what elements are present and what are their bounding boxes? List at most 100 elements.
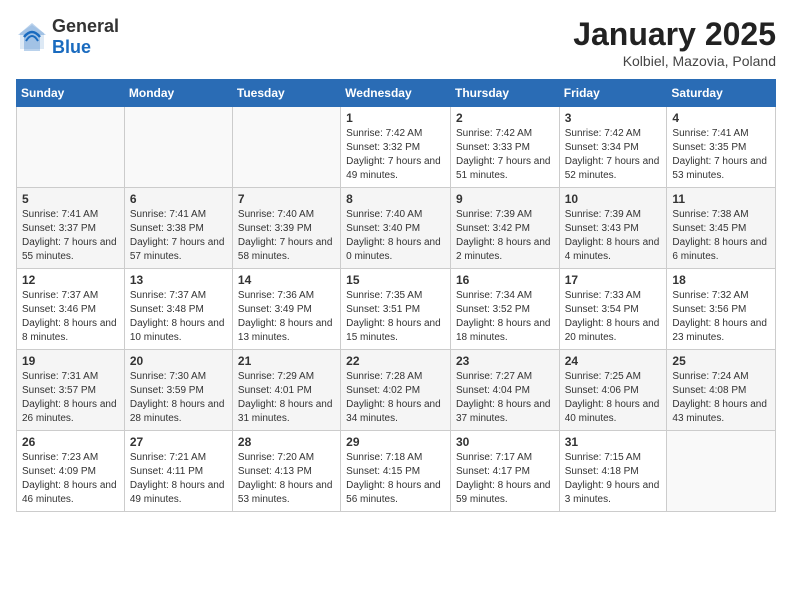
day-info: Sunrise: 7:42 AM Sunset: 3:32 PM Dayligh… [346,127,445,183]
location: Kolbiel, Mazovia, Poland [573,53,776,69]
calendar-cell: 7 Sunrise: 7:40 AM Sunset: 3:39 PM Daylig… [232,188,340,269]
day-info: Sunrise: 7:29 AM Sunset: 4:01 PM Dayligh… [238,370,335,426]
day-info: Sunrise: 7:42 AM Sunset: 3:34 PM Dayligh… [565,127,662,183]
calendar-cell: 9 Sunrise: 7:39 AM Sunset: 3:42 PM Daylig… [450,188,559,269]
day-info: Sunrise: 7:31 AM Sunset: 3:57 PM Dayligh… [22,370,119,426]
day-number: 20 [130,354,227,368]
calendar-cell [667,431,776,512]
calendar-cell: 22Sunrise: 7:28 AM Sunset: 4:02 PM Dayli… [341,350,451,431]
day-number: 18 [672,273,770,287]
day-number: 21 [238,354,335,368]
calendar-cell: 26Sunrise: 7:23 AM Sunset: 4:09 PM Dayli… [17,431,125,512]
day-info: Sunrise: 7:15 AM Sunset: 4:18 PM Dayligh… [565,451,662,507]
day-number: 24 [565,354,662,368]
day-info: Sunrise: 7:40 AM Sunset: 3:40 PM Dayligh… [346,208,445,264]
day-header-wednesday: Wednesday [341,80,451,107]
day-info: Sunrise: 7:34 AM Sunset: 3:52 PM Dayligh… [456,289,554,345]
day-number: 12 [22,273,119,287]
day-info: Sunrise: 7:32 AM Sunset: 3:56 PM Dayligh… [672,289,770,345]
calendar-cell [17,107,125,188]
day-info: Sunrise: 7:37 AM Sunset: 3:48 PM Dayligh… [130,289,227,345]
calendar-cell: 3Sunrise: 7:42 AM Sunset: 3:34 PM Daylig… [559,107,667,188]
day-info: Sunrise: 7:39 AM Sunset: 3:42 PM Dayligh… [456,208,554,264]
day-number: 11 [672,192,770,206]
day-info: Sunrise: 7:38 AM Sunset: 3:45 PM Dayligh… [672,208,770,264]
day-number: 1 [346,111,445,125]
day-number: 13 [130,273,227,287]
day-info: Sunrise: 7:18 AM Sunset: 4:15 PM Dayligh… [346,451,445,507]
day-number: 19 [22,354,119,368]
day-number: 23 [456,354,554,368]
day-number: 2 [456,111,554,125]
calendar-cell: 27Sunrise: 7:21 AM Sunset: 4:11 PM Dayli… [124,431,232,512]
day-info: Sunrise: 7:25 AM Sunset: 4:06 PM Dayligh… [565,370,662,426]
day-info: Sunrise: 7:27 AM Sunset: 4:04 PM Dayligh… [456,370,554,426]
day-header-tuesday: Tuesday [232,80,340,107]
calendar-week-row: 26Sunrise: 7:23 AM Sunset: 4:09 PM Dayli… [17,431,776,512]
logo-text-blue: Blue [52,37,91,57]
day-info: Sunrise: 7:28 AM Sunset: 4:02 PM Dayligh… [346,370,445,426]
day-header-monday: Monday [124,80,232,107]
calendar-cell: 19 Sunrise: 7:31 AM Sunset: 3:57 PM Dayli… [17,350,125,431]
day-number: 30 [456,435,554,449]
day-info: Sunrise: 7:24 AM Sunset: 4:08 PM Dayligh… [672,370,770,426]
calendar-week-row: 12 Sunrise: 7:37 AM Sunset: 3:46 PM Dayli… [17,269,776,350]
day-info: Sunrise: 7:41 AM Sunset: 3:38 PM Dayligh… [130,208,227,264]
calendar-cell: 14Sunrise: 7:36 AM Sunset: 3:49 PM Dayli… [232,269,340,350]
logo-icon [16,21,48,53]
calendar-cell: 21 Sunrise: 7:29 AM Sunset: 4:01 PM Dayli… [232,350,340,431]
title-block: January 2025 Kolbiel, Mazovia, Poland [573,16,776,69]
day-number: 31 [565,435,662,449]
calendar-cell [232,107,340,188]
calendar-cell: 11 Sunrise: 7:38 AM Sunset: 3:45 PM Dayli… [667,188,776,269]
page-header: General Blue January 2025 Kolbiel, Mazov… [16,16,776,69]
calendar-cell: 10 Sunrise: 7:39 AM Sunset: 3:43 PM Dayli… [559,188,667,269]
day-header-row: SundayMondayTuesdayWednesdayThursdayFrid… [17,80,776,107]
day-info: Sunrise: 7:35 AM Sunset: 3:51 PM Dayligh… [346,289,445,345]
calendar-cell: 24 Sunrise: 7:25 AM Sunset: 4:06 PM Dayli… [559,350,667,431]
day-number: 7 [238,192,335,206]
day-number: 27 [130,435,227,449]
day-info: Sunrise: 7:23 AM Sunset: 4:09 PM Dayligh… [22,451,119,507]
calendar-cell: 5Sunrise: 7:41 AM Sunset: 3:37 PM Daylig… [17,188,125,269]
calendar-cell: 23 Sunrise: 7:27 AM Sunset: 4:04 PM Dayli… [450,350,559,431]
calendar-cell: 2Sunrise: 7:42 AM Sunset: 3:33 PM Daylig… [450,107,559,188]
calendar-cell: 8 Sunrise: 7:40 AM Sunset: 3:40 PM Daylig… [341,188,451,269]
calendar-table: SundayMondayTuesdayWednesdayThursdayFrid… [16,79,776,512]
day-header-friday: Friday [559,80,667,107]
day-info: Sunrise: 7:36 AM Sunset: 3:49 PM Dayligh… [238,289,335,345]
day-header-thursday: Thursday [450,80,559,107]
day-header-saturday: Saturday [667,80,776,107]
calendar-cell [124,107,232,188]
day-number: 29 [346,435,445,449]
day-info: Sunrise: 7:39 AM Sunset: 3:43 PM Dayligh… [565,208,662,264]
logo-text-general: General [52,16,119,36]
calendar-cell: 30 Sunrise: 7:17 AM Sunset: 4:17 PM Dayli… [450,431,559,512]
calendar-cell: 28Sunrise: 7:20 AM Sunset: 4:13 PM Dayli… [232,431,340,512]
day-info: Sunrise: 7:17 AM Sunset: 4:17 PM Dayligh… [456,451,554,507]
calendar-cell: 17 Sunrise: 7:33 AM Sunset: 3:54 PM Dayli… [559,269,667,350]
calendar-cell: 31 Sunrise: 7:15 AM Sunset: 4:18 PM Dayli… [559,431,667,512]
day-number: 15 [346,273,445,287]
month-title: January 2025 [573,16,776,53]
logo: General Blue [16,16,119,58]
calendar-cell: 12 Sunrise: 7:37 AM Sunset: 3:46 PM Dayli… [17,269,125,350]
day-info: Sunrise: 7:37 AM Sunset: 3:46 PM Dayligh… [22,289,119,345]
day-info: Sunrise: 7:40 AM Sunset: 3:39 PM Dayligh… [238,208,335,264]
calendar-cell: 25 Sunrise: 7:24 AM Sunset: 4:08 PM Dayli… [667,350,776,431]
calendar-cell: 15 Sunrise: 7:35 AM Sunset: 3:51 PM Dayli… [341,269,451,350]
day-info: Sunrise: 7:30 AM Sunset: 3:59 PM Dayligh… [130,370,227,426]
calendar-cell: 18 Sunrise: 7:32 AM Sunset: 3:56 PM Dayli… [667,269,776,350]
day-info: Sunrise: 7:20 AM Sunset: 4:13 PM Dayligh… [238,451,335,507]
day-number: 10 [565,192,662,206]
day-number: 9 [456,192,554,206]
calendar-cell: 29 Sunrise: 7:18 AM Sunset: 4:15 PM Dayli… [341,431,451,512]
day-number: 25 [672,354,770,368]
day-number: 17 [565,273,662,287]
day-number: 4 [672,111,770,125]
day-info: Sunrise: 7:33 AM Sunset: 3:54 PM Dayligh… [565,289,662,345]
day-number: 6 [130,192,227,206]
calendar-cell: 4Sunrise: 7:41 AM Sunset: 3:35 PM Daylig… [667,107,776,188]
calendar-cell: 20 Sunrise: 7:30 AM Sunset: 3:59 PM Dayli… [124,350,232,431]
day-number: 8 [346,192,445,206]
